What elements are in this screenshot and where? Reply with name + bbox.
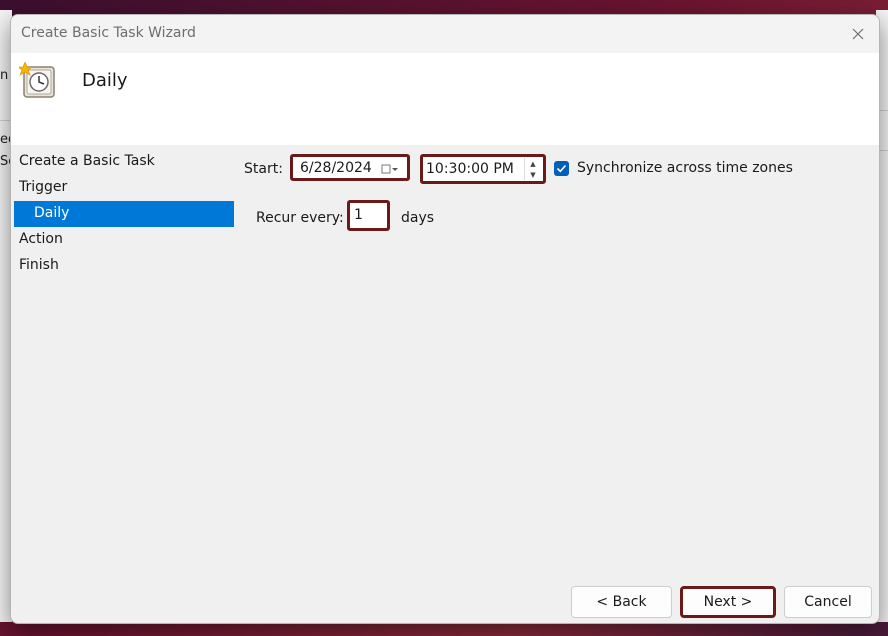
recur-unit-label: days (401, 210, 435, 226)
start-date-picker[interactable]: 6/28/2024 (290, 154, 410, 181)
start-label: Start: (244, 161, 283, 177)
page-title: Daily (82, 70, 128, 91)
nav-step-trigger[interactable]: Trigger (14, 175, 234, 201)
start-time-value: 10:30:00 PM (426, 161, 514, 177)
spin-down-button[interactable]: ▼ (525, 169, 541, 180)
sync-time-zones-label[interactable]: Synchronize across time zones (577, 160, 793, 176)
time-spinner: ▲ ▼ (524, 158, 541, 180)
cancel-button[interactable]: Cancel (784, 586, 872, 618)
title-bar: Create Basic Task Wizard (11, 15, 879, 53)
recur-every-label: Recur every: (256, 210, 344, 226)
recur-days-input[interactable]: 1 (347, 200, 390, 231)
wizard-header: Daily (11, 53, 879, 145)
nav-step-action[interactable]: Action (14, 227, 234, 253)
checkmark-icon (556, 164, 567, 173)
window-title: Create Basic Task Wizard (21, 25, 196, 41)
nav-step-daily[interactable]: Daily (14, 201, 234, 227)
back-button[interactable]: < Back (571, 586, 672, 618)
next-button[interactable]: Next > (680, 586, 776, 618)
wizard-dialog: Create Basic Task Wizard Daily Create a … (10, 14, 880, 624)
scheduled-task-clock-icon (19, 62, 55, 98)
nav-step-create-basic-task[interactable]: Create a Basic Task (14, 149, 234, 175)
nav-step-finish[interactable]: Finish (14, 253, 234, 279)
background-text: n (0, 68, 9, 83)
start-date-value: 6/28/2024 (300, 160, 372, 176)
recur-days-value: 1 (354, 207, 363, 223)
wizard-steps-nav: Create a Basic Task Trigger Daily Action… (14, 149, 234, 279)
spin-up-button[interactable]: ▲ (525, 158, 541, 169)
sync-time-zones-checkbox[interactable] (554, 161, 569, 176)
close-button[interactable] (843, 21, 873, 47)
start-time-picker[interactable]: 10:30:00 PM ▲ ▼ (420, 154, 546, 184)
close-icon (852, 28, 864, 40)
calendar-dropdown-icon[interactable] (381, 162, 399, 176)
